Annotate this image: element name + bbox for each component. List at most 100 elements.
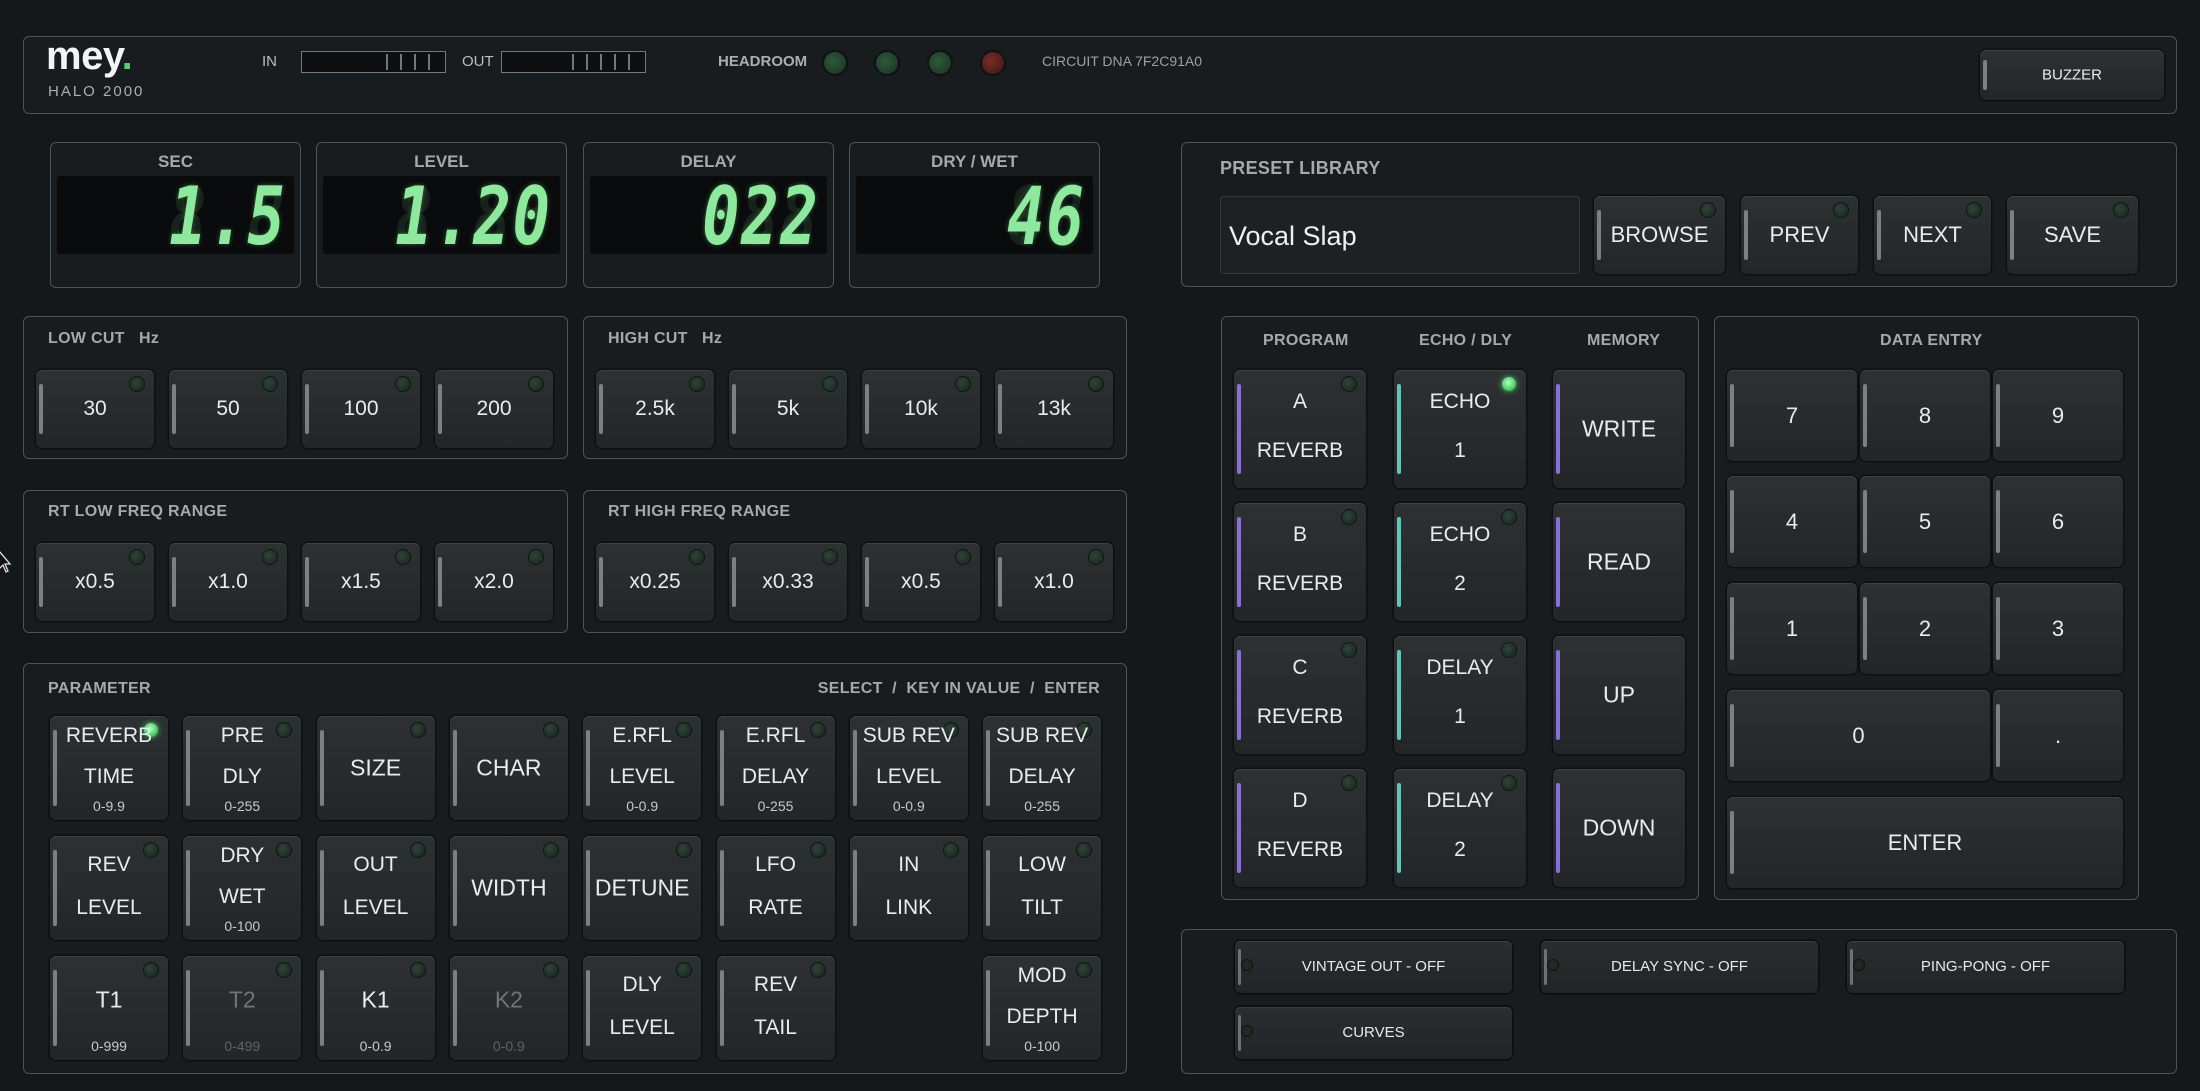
rt-low-option-x2.0[interactable]: x2.0 xyxy=(435,543,553,621)
button-range: 0-255 xyxy=(1024,798,1060,814)
low-cut-option-50[interactable]: 50 xyxy=(169,370,287,448)
program-a-button[interactable]: A REVERB xyxy=(1234,370,1366,488)
button-label-line1: ECHO xyxy=(1429,389,1491,413)
param-low-tilt-button[interactable]: LOW TILT xyxy=(983,836,1102,940)
rt-low-option-x0.5[interactable]: x0.5 xyxy=(36,543,154,621)
high-cut-option-2.5k[interactable]: 2.5k xyxy=(596,370,714,448)
rt-high-option-x1.0[interactable]: x1.0 xyxy=(995,543,1113,621)
circuit-dna: CIRCUIT DNA 7F2C91A0 xyxy=(1042,53,1203,69)
param-e-rfl-delay-button[interactable]: E.RFL DELAY 0-255 xyxy=(716,716,835,820)
memory-up-button[interactable]: UP xyxy=(1553,636,1685,754)
high-cut-option-13k[interactable]: 13k xyxy=(995,370,1113,448)
button-label: 4 xyxy=(1785,508,1799,534)
memory-down-button[interactable]: DOWN xyxy=(1553,769,1685,887)
key-4-button[interactable]: 4 xyxy=(1727,476,1857,567)
memory-read-button[interactable]: READ xyxy=(1553,503,1685,621)
low-cut-title: LOW CUT Hz xyxy=(48,330,159,348)
button-label: 10k xyxy=(904,397,938,420)
prev-button[interactable]: PREV xyxy=(1741,196,1858,274)
rt-high-option-x0.5[interactable]: x0.5 xyxy=(862,543,980,621)
delay-sync-toggle[interactable]: DELAY SYNC - OFF xyxy=(1541,941,1818,993)
button-label-line2: DLY xyxy=(222,765,262,788)
curves-toggle[interactable]: CURVES xyxy=(1235,1007,1512,1059)
param-sub-rev-delay-button[interactable]: SUB REV DELAY 0-255 xyxy=(983,716,1102,820)
model-name: HALO 2000 xyxy=(48,83,145,100)
button-label-line1: IN xyxy=(898,852,920,876)
rt-high-option-x0.25[interactable]: x0.25 xyxy=(596,543,714,621)
high-cut-option-5k[interactable]: 5k xyxy=(729,370,847,448)
rt-low-option-x1.0[interactable]: x1.0 xyxy=(169,543,287,621)
key-6-button[interactable]: 6 xyxy=(1993,476,2123,567)
param-t1-button[interactable]: T1 0-999 xyxy=(50,956,168,1060)
delay-1-button[interactable]: DELAY 1 xyxy=(1394,636,1526,754)
button-label-line2: TILT xyxy=(1021,896,1063,920)
buzzer-button[interactable]: BUZZER xyxy=(1980,50,2164,100)
param-e-rfl-level-button[interactable]: E.RFL LEVEL 0-0.9 xyxy=(583,716,702,820)
save-button[interactable]: SAVE xyxy=(2007,196,2138,274)
delay-2-button[interactable]: DELAY 2 xyxy=(1394,769,1526,887)
param-k2-button[interactable]: K2 0-0.9 xyxy=(449,956,568,1060)
high-cut-option-10k[interactable]: 10k xyxy=(862,370,980,448)
display-level: LEVEL 8.88 1.20 xyxy=(316,142,567,288)
echo-1-button[interactable]: ECHO 1 xyxy=(1394,370,1526,488)
button-label-line1: DRY xyxy=(220,844,265,867)
ping-pong-label: PING-PONG - OFF xyxy=(1920,958,2051,975)
low-cut-option-30[interactable]: 30 xyxy=(36,370,154,448)
key-0-button[interactable]: 0 xyxy=(1727,690,1990,781)
param-dly-level-button[interactable]: DLY LEVEL xyxy=(583,956,702,1060)
echo-2-button[interactable]: ECHO 2 xyxy=(1394,503,1526,621)
key-5-button[interactable]: 5 xyxy=(1860,476,1990,567)
key-3-button[interactable]: 3 xyxy=(1993,583,2123,674)
low-cut-option-100[interactable]: 100 xyxy=(302,370,420,448)
param-pre-dly-button[interactable]: PRE DLY 0-255 xyxy=(183,716,302,820)
display-title: DRY / WET xyxy=(931,152,1018,171)
key-decimal-button[interactable]: . xyxy=(1993,690,2123,781)
param-rev-tail-button[interactable]: REV TAIL xyxy=(716,956,835,1060)
program-d-button[interactable]: D REVERB xyxy=(1234,769,1366,887)
rt-low-option-x1.5[interactable]: x1.5 xyxy=(302,543,420,621)
param-in-link-button[interactable]: IN LINK xyxy=(849,836,968,940)
param-reverb-time-button[interactable]: REVERB TIME 0-9.9 xyxy=(50,716,168,820)
button-label-line2: RATE xyxy=(748,896,803,920)
button-label: 100 xyxy=(343,397,379,420)
param-detune-button[interactable]: DETUNE xyxy=(583,836,702,940)
rt-high-option-x0.33[interactable]: x0.33 xyxy=(729,543,847,621)
param-char-button[interactable]: CHAR xyxy=(449,716,568,820)
enter-button[interactable]: ENTER xyxy=(1727,797,2123,888)
program-c-button[interactable]: C REVERB xyxy=(1234,636,1366,754)
curves-label: CURVES xyxy=(1342,1024,1405,1041)
save-label: SAVE xyxy=(2043,222,2102,247)
vintage-out-toggle[interactable]: VINTAGE OUT - OFF xyxy=(1235,941,1512,993)
button-label-line1: DELAY xyxy=(1426,655,1494,679)
key-7-button[interactable]: 7 xyxy=(1727,370,1857,461)
button-label: DOWN xyxy=(1582,814,1656,841)
param-dry-wet-button[interactable]: DRY WET 0-100 xyxy=(183,836,302,940)
param-mod-depth-button[interactable]: MOD DEPTH 0-100 xyxy=(983,956,1102,1060)
button-label-line2: 2 xyxy=(1454,838,1466,862)
browse-button[interactable]: BROWSE xyxy=(1594,196,1725,274)
param-out-level-button[interactable]: OUT LEVEL xyxy=(316,836,435,940)
memory-write-button[interactable]: WRITE xyxy=(1553,370,1685,488)
param-size-button[interactable]: SIZE xyxy=(316,716,435,820)
headroom-led-2 xyxy=(876,52,898,74)
button-range: 0-0.9 xyxy=(492,1038,525,1054)
param-rev-level-button[interactable]: REV LEVEL xyxy=(50,836,168,940)
param-width-button[interactable]: WIDTH xyxy=(449,836,568,940)
program-b-button[interactable]: B REVERB xyxy=(1234,503,1366,621)
key-1-button[interactable]: 1 xyxy=(1727,583,1857,674)
key-9-button[interactable]: 9 xyxy=(1993,370,2123,461)
button-label-line1: E.RFL xyxy=(745,724,806,747)
low-cut-label: LOW CUT xyxy=(48,330,125,347)
key-2-button[interactable]: 2 xyxy=(1860,583,1990,674)
param-sub-rev-level-button[interactable]: SUB REV LEVEL 0-0.9 xyxy=(849,716,968,820)
low-cut-option-200[interactable]: 200 xyxy=(435,370,553,448)
param-t2-button[interactable]: T2 0-499 xyxy=(183,956,302,1060)
param-k1-button[interactable]: K1 0-0.9 xyxy=(316,956,435,1060)
ping-pong-toggle[interactable]: PING-PONG - OFF xyxy=(1847,941,2124,993)
headroom-led-3 xyxy=(929,52,951,74)
button-label-line1: DLY xyxy=(622,972,662,996)
param-lfo-rate-button[interactable]: LFO RATE xyxy=(716,836,835,940)
preset-name-field[interactable]: Vocal Slap xyxy=(1220,196,1580,274)
next-button[interactable]: NEXT xyxy=(1874,196,1991,274)
key-8-button[interactable]: 8 xyxy=(1860,370,1990,461)
